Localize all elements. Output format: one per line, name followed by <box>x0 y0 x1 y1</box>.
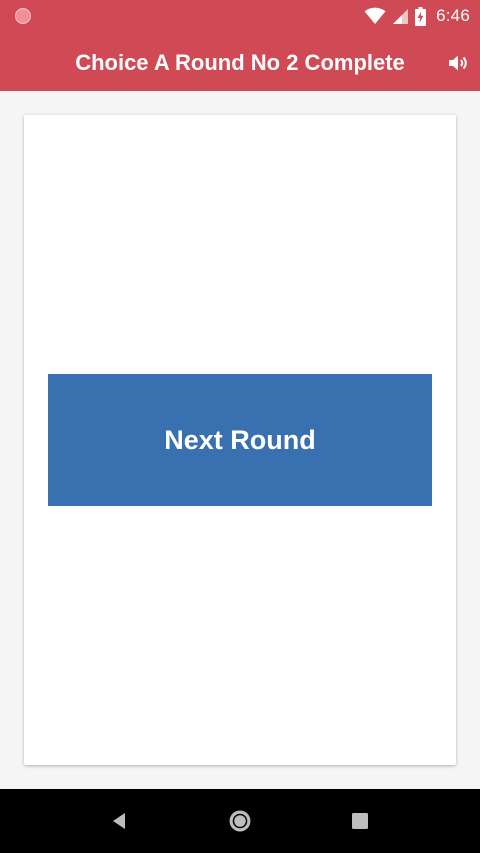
app-header: 6:46 Choice A Round No 2 Complete <box>0 0 480 91</box>
app-notification-icon <box>15 8 31 24</box>
status-icons: 6:46 <box>364 5 470 27</box>
page-title: Choice A Round No 2 Complete <box>75 50 405 75</box>
status-time: 6:46 <box>436 6 470 25</box>
home-icon[interactable] <box>228 809 252 833</box>
cellular-signal-icon <box>393 8 409 24</box>
back-icon[interactable] <box>108 809 132 833</box>
wifi-icon <box>364 7 386 24</box>
battery-charging-icon <box>415 6 427 26</box>
status-bar: 6:46 <box>0 0 480 32</box>
volume-icon[interactable] <box>446 51 470 75</box>
next-round-button[interactable]: Next Round <box>48 374 432 506</box>
recents-icon[interactable] <box>348 809 372 833</box>
content-card: Next Round <box>24 115 456 765</box>
navigation-bar <box>0 789 480 853</box>
